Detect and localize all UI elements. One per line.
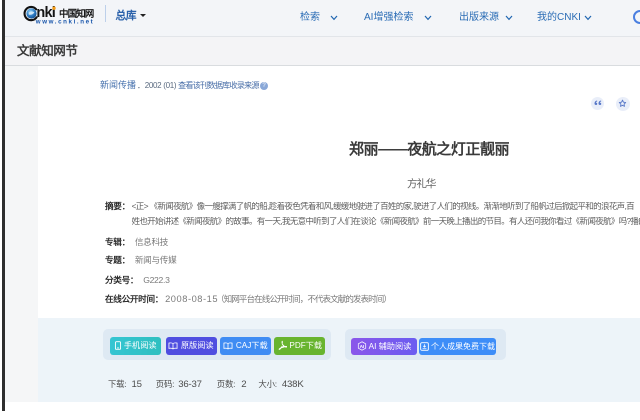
svg-text:AI: AI (359, 344, 364, 350)
svg-text:www.cnki.net: www.cnki.net (35, 18, 95, 25)
